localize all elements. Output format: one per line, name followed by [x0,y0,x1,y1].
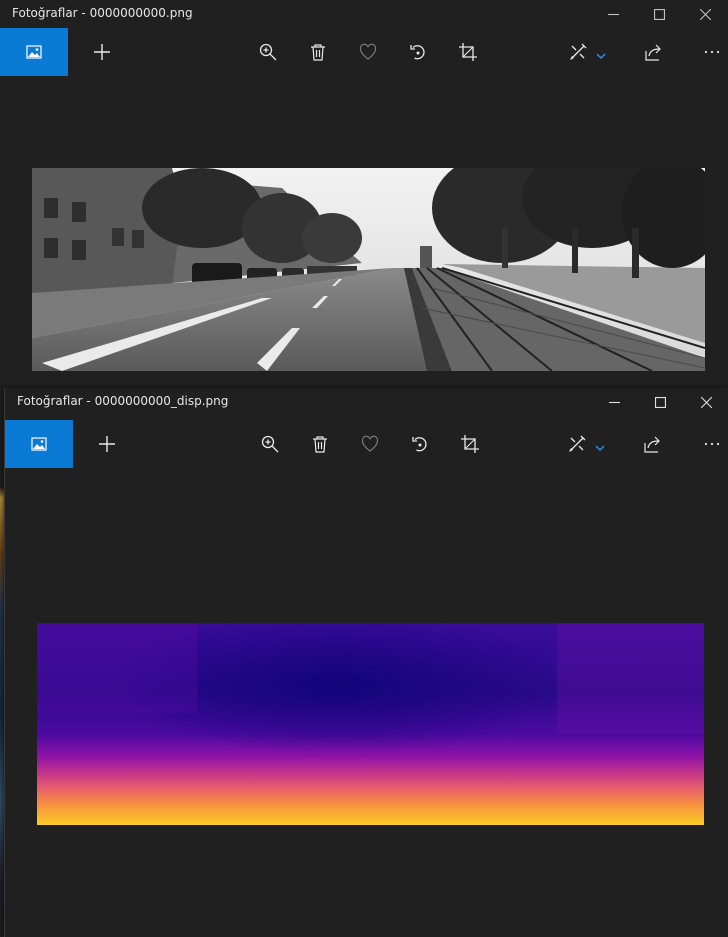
close-icon [699,8,711,20]
zoom-button[interactable] [258,42,278,62]
image-icon [31,437,47,451]
heart-icon [359,43,377,60]
rotate-button[interactable] [410,434,430,454]
edit-tools-icon [570,43,587,60]
edit-button[interactable] [567,434,587,454]
edit-button[interactable] [568,42,588,62]
delete-button[interactable] [310,434,330,454]
maximize-button[interactable] [637,388,683,416]
toolbar [0,28,728,76]
zoom-in-icon [259,43,277,61]
add-button[interactable] [92,42,112,62]
close-button[interactable] [682,0,728,28]
maximize-icon [654,396,666,408]
minimize-button[interactable] [591,388,637,416]
favorite-button[interactable] [360,434,380,454]
photos-window-2: Fotoğraflar - 0000000000_disp.png [4,388,728,937]
share-icon [645,44,661,61]
trash-icon [311,44,325,61]
trash-icon [313,436,327,453]
share-button[interactable] [643,434,663,454]
crop-button[interactable] [458,42,478,62]
zoom-button[interactable] [260,434,280,454]
window-title: Fotoğraflar - 0000000000_disp.png [17,394,229,408]
title-bar[interactable]: Fotoğraflar - 0000000000_disp.png [5,388,728,416]
disparity-map-image [37,623,704,825]
street-photo [32,168,705,371]
toolbar [5,420,728,468]
delete-button[interactable] [308,42,328,62]
window-title: Fotoğraflar - 0000000000.png [12,6,193,20]
minimize-icon [608,401,620,403]
chevron-down-icon[interactable] [595,438,605,452]
chevron-down-icon[interactable] [596,46,606,60]
maximize-button[interactable] [636,0,682,28]
maximize-icon [653,8,665,20]
gallery-button[interactable] [5,420,73,468]
rotate-icon [412,437,427,452]
edit-tools-icon [569,435,586,452]
close-icon [700,396,712,408]
share-icon [644,436,660,453]
photos-window-1: Fotoğraflar - 0000000000.png [0,0,728,388]
plus-icon [99,436,115,452]
share-button[interactable] [644,42,664,62]
rotate-icon [410,45,425,60]
crop-icon [461,435,479,453]
heart-icon [361,435,379,452]
minimize-icon [607,13,619,15]
close-button[interactable] [683,388,728,416]
title-bar[interactable]: Fotoğraflar - 0000000000.png [0,0,728,28]
crop-icon [459,43,477,61]
more-icon [704,50,720,54]
add-button[interactable] [97,434,117,454]
rotate-button[interactable] [408,42,428,62]
gallery-button[interactable] [0,28,68,76]
favorite-button[interactable] [358,42,378,62]
zoom-in-icon [261,435,279,453]
more-icon [704,442,720,446]
image-icon [26,45,42,59]
crop-button[interactable] [460,434,480,454]
plus-icon [94,44,110,60]
more-button[interactable] [702,434,722,454]
minimize-button[interactable] [590,0,636,28]
more-button[interactable] [702,42,722,62]
